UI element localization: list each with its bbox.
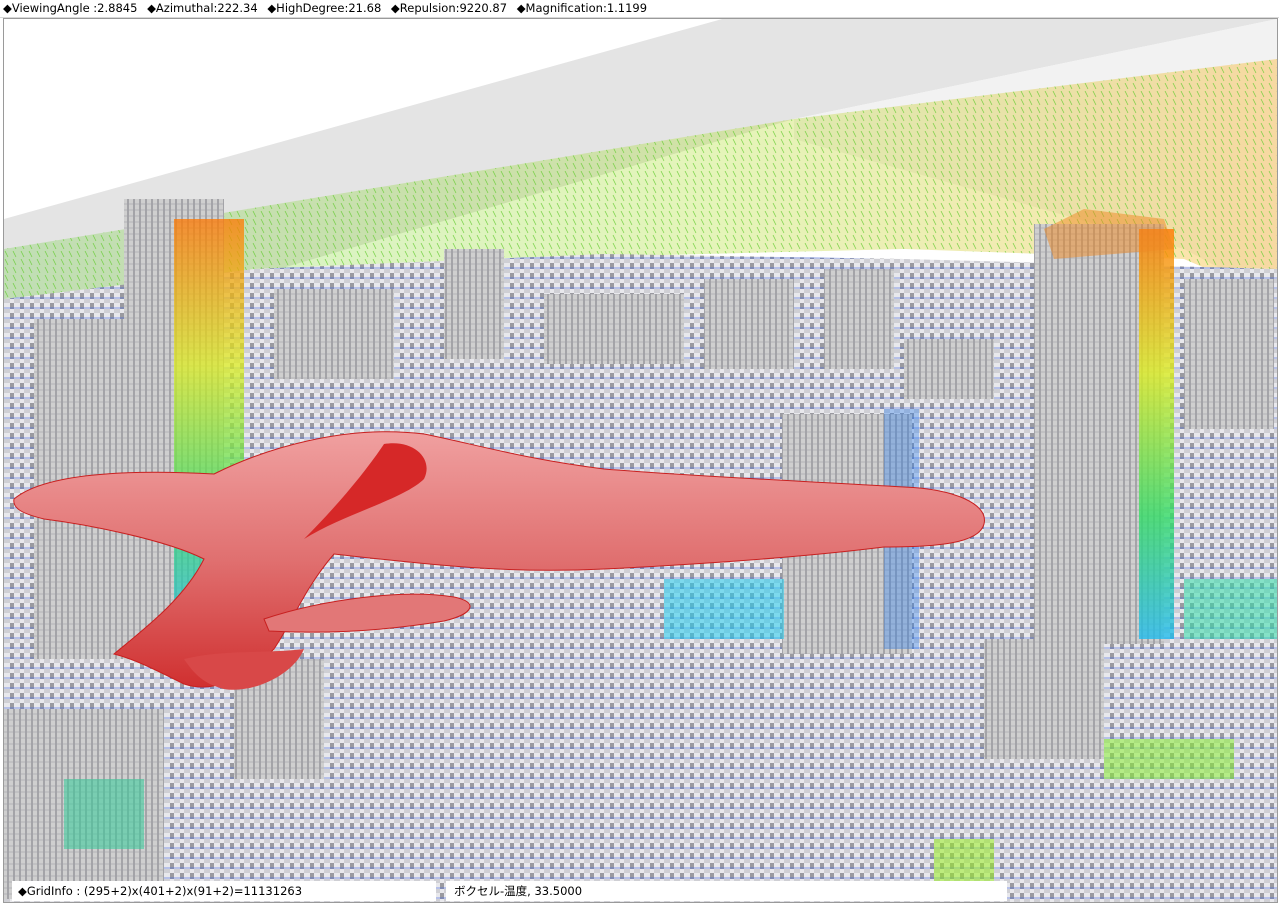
voxel-info-panel: ボクセル-温度, 33.5000 (446, 881, 1007, 901)
high-degree-readout: ◆HighDegree:21.68 (267, 1, 382, 15)
azimuthal-readout: ◆Azimuthal:222.34 (147, 1, 258, 15)
magnification-readout: ◆Magnification:1.1199 (516, 1, 648, 15)
scene-canvas[interactable] (4, 19, 1277, 902)
voxel-temperature-text: ボクセル-温度, 33.5000 (454, 884, 583, 898)
repulsion-readout: ◆Repulsion:9220.87 (390, 1, 508, 15)
simulation-window: ◆ViewingAngle :2.8845 ◆Azimuthal:222.34 … (0, 0, 1279, 905)
3d-viewport[interactable] (3, 18, 1278, 903)
viewing-angle-readout: ◆ViewingAngle :2.8845 (3, 1, 138, 15)
view-parameter-bar: ◆ViewingAngle :2.8845 ◆Azimuthal:222.34 … (0, 0, 1279, 18)
right-tower (1034, 209, 1174, 644)
grid-info-panel: ◆GridInfo : (295+2)x(401+2)x(91+2)=11131… (12, 881, 436, 901)
grid-info-text: ◆GridInfo : (295+2)x(401+2)x(91+2)=11131… (18, 884, 303, 898)
